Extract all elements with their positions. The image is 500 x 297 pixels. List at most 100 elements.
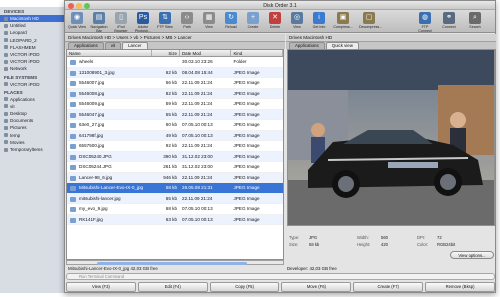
toolbar-label: View [205,25,213,29]
file-size-cell: 390 kb [163,153,178,159]
table-row[interactable]: DSC05240.JPG 390 kb 31.12.02 23:00 JPEG Ima… [67,151,283,162]
width-label: Width: [357,235,369,240]
file-size-cell: 261 kb [163,164,178,169]
table-row[interactable]: 6557500.jpg 92 kb 22.11.09 21:24 JPEG Image [67,141,283,152]
sidebar-item-label: temp [10,132,21,138]
titlebar: Disk Order 3.1 [65,1,495,10]
image-preview [287,49,495,226]
ftp-icon: ⇅ [159,12,171,24]
compress-button[interactable]: ▣ Compress... [333,12,353,29]
ftp-connect-button[interactable]: ◍ FTP Connect [415,12,435,33]
type-label: Type: [289,235,300,240]
column-header-name[interactable]: Name [67,50,153,56]
table-row[interactable]: DSC05244.JPG 261 kb 31.12.02 23:00 JPEG Ima… [67,162,283,173]
file-size-cell: 65 kb [165,195,178,201]
breadcrumb-right[interactable]: Drives Macintosh HD [286,34,496,42]
info-icon: i [313,12,325,24]
file-size-cell: 60 kb [165,122,178,127]
table-row[interactable]: RK141F.jpg 63 kb 07.05.10 00:13 JPEG Image [67,214,283,225]
terminal-command-input[interactable]: Run Terminal Command [66,273,495,280]
copy-f5-button[interactable]: Copy (F5) [209,282,280,292]
disk-icon [4,23,8,28]
sidebar-item-label: Untitled [10,23,26,29]
tab-quick-view[interactable]: Quick view [325,42,359,49]
get-info-button[interactable]: i Get Info [309,12,329,29]
table-row[interactable]: 5546008.jpg 82 kb 22.11.09 21:24 JPEG Image [67,88,283,99]
file-kind-cell: JPEG Image [233,90,260,96]
ipod-browser-button[interactable]: ▯ iPod Browser [111,12,131,33]
table-row[interactable]: 131008901_3.jpg 62 kb 08.04.08 15:44 JPEG I… [67,67,283,78]
navigation-icon: ▤ [93,12,105,24]
reload-button[interactable]: ↻ Reload [221,12,241,29]
ftp-sites-button[interactable]: ⇅ FTP Sites [155,12,175,29]
table-row[interactable]: Lancer-98_6.jpg 946 kb 22.11.09 21:24 JPEG … [67,172,283,183]
table-row[interactable]: 641798f.jpg 49 kb 07.05.10 00:13 JPEG Image [67,130,283,141]
column-header-kind[interactable]: Kind [231,50,283,56]
navigation-bar-button[interactable]: ▤ Navigation Bar [89,12,109,33]
create-button[interactable]: + Create [243,12,263,29]
decompress-button[interactable]: ▢ Decompress... [359,12,382,29]
create-f7-button[interactable]: Create (F7) [353,282,424,292]
table-row[interactable]: wheels 30.03.10 23:26 Folder [67,57,283,68]
file-size-cell: 59 kb [165,101,178,106]
dpi-value: 72 [437,235,442,240]
toolbar-label: View [293,25,301,29]
file-date-cell: 26.05.08 21:31 [182,185,213,190]
sidebar-item-label: Temporaryltems [10,147,43,152]
quick-view-button[interactable]: ◉ Quick View [67,12,87,29]
file-kind-cell: JPEG Image [233,101,260,106]
desktop-icon [4,111,8,116]
tab-applications[interactable]: Applications [68,42,104,49]
file-size-cell [152,57,180,67]
remove-button[interactable]: Remove (Bksp) [425,282,495,292]
view-options-button[interactable]: View options... [450,251,494,259]
toolbar-label: Get Info [312,25,326,29]
folder-icon [4,118,8,123]
size-label: Size: [289,242,299,247]
view-icon: ◎ [291,12,303,24]
view-button[interactable]: ◎ View [287,12,307,29]
column-header-size[interactable]: Size [152,50,180,56]
sidebar-item-label: Applications [10,96,35,102]
column-header-date[interactable]: Date Mod [180,50,232,56]
file-name-cell: mitsubishi-lancer.jpg [67,194,152,204]
move-f6-button[interactable]: Move (F6) [281,282,352,292]
file-kind-cell: JPEG Image [233,80,260,85]
table-header: Name Size Date Mod Kind [67,50,283,57]
breadcrumb-left[interactable]: Drives Macintosh HD > Users > vb > Pictu… [65,34,285,42]
file-kind-cell: JPEG Image [233,206,260,211]
sidebar-item-label: VICTOR iPOD [10,81,40,87]
file-kind-cell: JPEG Image [233,153,260,159]
connect-button[interactable]: ⚭ Connect [439,12,459,29]
file-name-cell: my_evo_9.jpg [67,204,152,214]
table-row[interactable]: mitsubishi-lancer.jpg 65 kb 22.11.09 21:24… [67,193,283,204]
path-button[interactable]: ‹› Path [177,12,197,29]
view-mode-button[interactable]: ▦ View [199,12,219,29]
folder-icon [4,140,8,145]
table-row[interactable]: 5546009.jpg 59 kb 22.11.09 21:24 JPEG Image [67,99,283,110]
tab-lancer[interactable]: Lancer [122,42,148,49]
main-window: Disk Order 3.1 ◉ Quick View ▤ Navigation B… [64,0,496,293]
edit-f4-button[interactable]: Edit (F4) [137,282,208,292]
table-row[interactable]: Mitsubishi-Lancer-Evo-IX-0_jpg 58 kb 26.05… [67,183,283,194]
disk-icon [4,38,8,43]
toolbar-label: iPod Browser [114,25,128,33]
delete-button[interactable]: ✕ Delete [265,12,285,29]
table-row[interactable]: 63e0_27.jpg 60 kb 07.05.10 00:13 JPEG Image [67,120,283,131]
tab-applications-right[interactable]: Applications [289,42,325,49]
tab-vit[interactable]: vit [104,42,122,49]
table-row[interactable]: my_evo_9.jpg 68 kb 07.05.10 00:13 JPEG Imag… [67,204,283,215]
file-name-cell: 5546047.jpg [67,110,152,120]
left-tabs: Applications vit Lancer [65,42,285,49]
delete-icon: ✕ [269,12,281,24]
photoshop-button[interactable]: Ps Adobe Photosh... [133,12,153,33]
file-name-cell: 63e0_27.jpg [67,120,152,130]
file-kind-cell: JPEG Image [233,164,260,169]
file-date-cell: 07.05.10 00:13 [182,206,213,211]
table-row[interactable]: 5546007.jpg 56 kb 22.11.09 21:24 JPEG Image [67,78,283,89]
right-tabs: Applications Quick view [286,42,496,49]
view-f3-button[interactable]: View (F3) [66,282,136,292]
compress-icon: ▣ [337,12,349,24]
search-button[interactable]: ⌕ Search [465,12,485,29]
table-row[interactable]: 5546047.jpg 55 kb 22.11.09 21:24 JPEG Image [67,109,283,120]
